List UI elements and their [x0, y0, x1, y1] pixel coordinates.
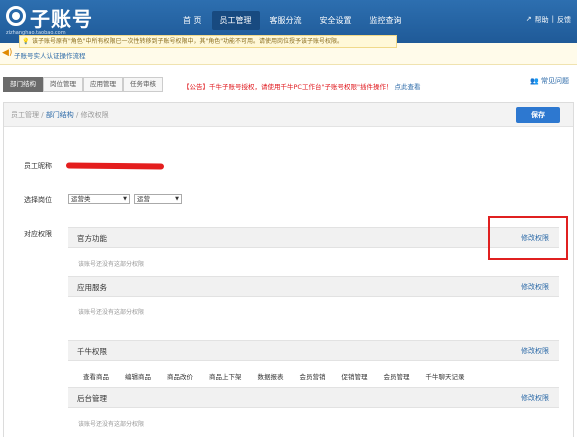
breadcrumb-current: 修改权限 — [80, 111, 109, 119]
breadcrumb-separator: / — [39, 111, 46, 119]
tip-text: 该子账号原有"角色"中所有权限已一次性转移到子账号权限中，其"角色"功能不可用。… — [32, 38, 344, 45]
nav-home[interactable]: 首 页 — [175, 11, 210, 30]
permission-section-backend: 后台管理 修改权限 — [68, 387, 559, 408]
announcement: 【公告】千牛子账号授权，请使用千牛PC工作台"子账号权限"插件操作！ 点此查看 — [183, 81, 421, 91]
permission-item: 商品改价 — [167, 373, 193, 381]
position-value: 运营 — [137, 195, 150, 203]
nav-customer-routing[interactable]: 客服分流 — [262, 11, 310, 30]
dropdown-arrow-icon: ▼ — [175, 196, 179, 202]
logo-icon — [6, 6, 26, 26]
permission-item: 千牛聊天记录 — [425, 373, 465, 381]
section-title: 后台管理 — [77, 394, 107, 403]
announcement-text: 【公告】千牛子账号授权，请使用千牛PC工作台"子账号权限"插件操作！ — [183, 83, 393, 91]
empty-permission-note: 该账号还没有这部分权限 — [78, 309, 145, 316]
section-title: 应用服务 — [77, 283, 107, 292]
tab-app-management[interactable]: 应用管理 — [83, 77, 123, 92]
permission-item: 查看商品 — [83, 373, 109, 381]
permission-item: 促销管理 — [341, 373, 368, 381]
permission-section-qianniu: 千牛权限 修改权限 — [68, 340, 559, 361]
section-title: 官方功能 — [77, 234, 107, 243]
edit-permission-link[interactable]: 修改权限 — [521, 346, 549, 356]
empty-permission-note: 该账号还没有这部分权限 — [78, 261, 145, 268]
save-button[interactable]: 保存 — [516, 107, 560, 123]
feedback-link[interactable]: 反馈 — [557, 15, 571, 25]
help-link[interactable]: 帮助 — [535, 15, 549, 25]
tab-department-structure[interactable]: 部门结构 — [3, 77, 43, 92]
dropdown-arrow-icon: ▼ — [123, 196, 127, 202]
info-tip: 💡 该子账号原有"角色"中所有权限已一次性转移到子账号权限中，其"角色"功能不可… — [19, 35, 397, 48]
sub-tabs: 部门结构 岗位管理 应用管理 任务审核 — [3, 77, 163, 92]
permission-item: 商品上下架 — [209, 373, 242, 381]
permission-section-app-service: 应用服务 修改权限 — [68, 276, 559, 297]
divider: | — [551, 15, 554, 23]
empty-permission-note: 该账号还没有这部分权限 — [78, 421, 145, 428]
logo-text: 子账号 — [30, 7, 93, 31]
position-category-select[interactable]: 运营类 ▼ — [68, 194, 130, 204]
notice-link[interactable]: 子账号实人认证操作流程 — [14, 50, 86, 60]
annotation-highlight-box — [488, 216, 568, 260]
position-label: 选择岗位 — [24, 196, 52, 204]
breadcrumb-bar: 员工管理 / 部门结构 / 修改权限 保存 — [4, 103, 573, 127]
permission-section-official: 官方功能 修改权限 — [68, 227, 559, 248]
help-icon: ↗ — [525, 15, 532, 23]
section-title: 千牛权限 — [77, 347, 107, 356]
permission-item: 会员管理 — [383, 373, 410, 381]
users-icon: 👥 — [530, 77, 539, 85]
main-nav: 首 页 员工管理 客服分流 安全设置 监控查询 — [175, 11, 412, 30]
breadcrumb-department[interactable]: 部门结构 — [46, 111, 74, 119]
edit-permission-link[interactable]: 修改权限 — [521, 282, 549, 292]
nav-monitor-query[interactable]: 监控查询 — [362, 11, 410, 30]
edit-permission-link[interactable]: 修改权限 — [521, 393, 549, 403]
breadcrumb-separator: / — [73, 111, 81, 119]
position-category-value: 运营类 — [71, 195, 91, 203]
redacted-nickname — [65, 162, 165, 170]
position-select[interactable]: 运营 ▼ — [134, 194, 182, 204]
nav-security-settings[interactable]: 安全设置 — [312, 11, 360, 30]
announcement-link[interactable]: 点此查看 — [395, 83, 421, 91]
breadcrumb: 员工管理 / 部门结构 / 修改权限 — [11, 110, 109, 120]
permission-label: 对应权限 — [24, 230, 52, 238]
faq-link[interactable]: 👥 常见问题 — [530, 76, 569, 86]
permission-item: 数据报表 — [257, 373, 284, 381]
breadcrumb-root[interactable]: 员工管理 — [11, 111, 39, 119]
faq-label: 常见问题 — [541, 77, 569, 85]
qianniu-permission-items: 查看商品 编辑商品 商品改价 商品上下架 数据报表 会员营销 促销管理 会员管理… — [83, 371, 481, 381]
tab-task-review[interactable]: 任务审核 — [123, 77, 163, 92]
nickname-label: 员工昵称 — [24, 162, 52, 170]
lightbulb-icon: 💡 — [22, 38, 30, 45]
tab-position-management[interactable]: 岗位管理 — [43, 77, 83, 92]
speaker-icon: ◀) — [2, 48, 13, 58]
permission-item: 会员营销 — [299, 373, 326, 381]
nav-staff-management[interactable]: 员工管理 — [211, 11, 260, 30]
top-links: ↗ 帮助 | 反馈 — [526, 15, 571, 25]
permission-item: 编辑商品 — [125, 373, 151, 381]
